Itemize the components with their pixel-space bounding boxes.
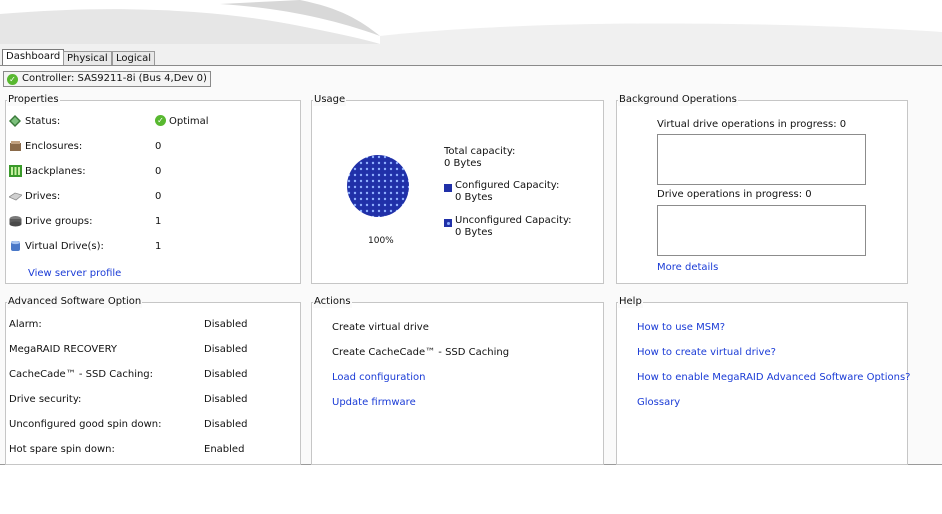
background-operations-group: Background Operations Virtual drive oper…: [616, 94, 908, 284]
configured-capacity-label: Configured Capacity:: [455, 180, 560, 191]
create-cachecade-action[interactable]: Create CacheCade™ - SSD Caching: [332, 347, 509, 359]
status-ok-icon: ✓: [155, 115, 166, 126]
view-server-profile-link[interactable]: View server profile: [28, 268, 121, 280]
create-virtual-drive-action[interactable]: Create virtual drive: [332, 322, 429, 334]
actions-group: Actions Create virtual drive Create Cach…: [311, 296, 604, 465]
property-value: Optimal: [169, 116, 209, 127]
more-details-link[interactable]: More details: [657, 262, 718, 274]
virtual-drive-icon: [11, 240, 20, 251]
option-label: MegaRAID RECOVERY: [9, 344, 117, 355]
option-label: Unconfigured good spin down:: [9, 419, 162, 430]
advanced-software-group: Advanced Software Option Alarm: Disabled…: [5, 296, 301, 465]
property-row-status: Status: ✓ Optimal: [9, 115, 209, 129]
property-row-backplanes: Backplanes: 0: [9, 165, 209, 179]
pie-slice-unconfigured: [347, 155, 409, 217]
property-label: Drives:: [25, 191, 61, 202]
property-label: Status:: [25, 116, 61, 127]
tab-bar: Dashboard Physical Logical: [0, 44, 942, 67]
unconfigured-capacity-value: 0 Bytes: [455, 227, 493, 238]
drive-icon: [9, 192, 22, 201]
property-value: 1: [155, 241, 162, 252]
configured-capacity-value: 0 Bytes: [455, 192, 493, 203]
dashboard-panel: ✓ Controller: SAS9211-8i (Bus 4,Dev 0) P…: [0, 66, 942, 465]
advanced-software-title: Advanced Software Option: [7, 296, 143, 308]
header-banner: [0, 0, 942, 44]
status-ok-icon: ✓: [7, 74, 18, 85]
help-group: Help How to use MSM? How to create virtu…: [616, 296, 910, 465]
option-value: Disabled: [204, 369, 248, 380]
pie-percent-label: 100%: [368, 236, 394, 246]
property-value: 0: [155, 141, 162, 152]
vd-operations-list[interactable]: [657, 134, 866, 185]
enclosure-icon: [10, 141, 21, 151]
help-link-create-virtual-drive[interactable]: How to create virtual drive?: [637, 347, 776, 359]
option-value: Disabled: [204, 344, 248, 355]
usage-title: Usage: [313, 94, 347, 106]
property-row-drives: Drives: 0: [9, 190, 209, 204]
log-area: [0, 466, 942, 514]
controller-label: Controller: SAS9211-8i (Bus 4,Dev 0): [22, 73, 207, 84]
property-value: 0: [155, 191, 162, 202]
controller-selector[interactable]: ✓ Controller: SAS9211-8i (Bus 4,Dev 0): [3, 71, 211, 87]
drive-group-icon: [9, 216, 22, 227]
unconfigured-legend-icon: [444, 219, 452, 227]
property-label: Virtual Drive(s):: [25, 241, 104, 252]
unconfigured-capacity-label: Unconfigured Capacity:: [455, 215, 572, 226]
option-label: CacheCade™ - SSD Caching:: [9, 369, 154, 380]
property-label: Backplanes:: [25, 166, 86, 177]
capacity-pie-chart: [347, 155, 409, 217]
help-link-use-msm[interactable]: How to use MSM?: [637, 322, 725, 334]
option-label: Hot spare spin down:: [9, 444, 115, 455]
vd-operations-label: Virtual drive operations in progress: 0: [657, 119, 847, 130]
property-value: 1: [155, 216, 162, 227]
help-link-advanced-options[interactable]: How to enable MegaRAID Advanced Software…: [637, 372, 910, 384]
property-value: 0: [155, 166, 162, 177]
option-value: Disabled: [204, 394, 248, 405]
background-operations-title: Background Operations: [618, 94, 738, 106]
property-row-enclosures: Enclosures: 0: [9, 140, 209, 154]
configured-legend-icon: [444, 184, 452, 192]
actions-title: Actions: [313, 296, 352, 308]
property-label: Drive groups:: [25, 216, 93, 227]
tab-logical[interactable]: Logical: [112, 51, 156, 66]
option-value: Disabled: [204, 319, 248, 330]
option-label: Drive security:: [9, 394, 82, 405]
drive-operations-label: Drive operations in progress: 0: [657, 189, 812, 200]
option-value: Enabled: [204, 444, 245, 455]
option-label: Alarm:: [9, 319, 42, 330]
load-configuration-link[interactable]: Load configuration: [332, 372, 426, 384]
properties-title: Properties: [7, 94, 60, 106]
properties-group: Properties Status: ✓ Optimal Enclosures:…: [5, 94, 301, 284]
usage-group: Usage 100% Total capacity: 0 Bytes Confi…: [311, 94, 604, 284]
total-capacity-value: 0 Bytes: [444, 158, 482, 169]
total-capacity-label: Total capacity:: [444, 146, 516, 157]
backplane-icon: [9, 165, 22, 177]
property-label: Enclosures:: [25, 141, 83, 152]
drive-operations-list[interactable]: [657, 205, 866, 256]
update-firmware-link[interactable]: Update firmware: [332, 397, 416, 409]
property-row-drive-groups: Drive groups: 1: [9, 215, 209, 229]
diamond-icon: [9, 115, 21, 127]
help-title: Help: [618, 296, 643, 308]
property-row-virtual-drives: Virtual Drive(s): 1: [9, 240, 209, 254]
help-link-glossary[interactable]: Glossary: [637, 397, 680, 409]
tab-physical[interactable]: Physical: [63, 51, 112, 66]
option-value: Disabled: [204, 419, 248, 430]
